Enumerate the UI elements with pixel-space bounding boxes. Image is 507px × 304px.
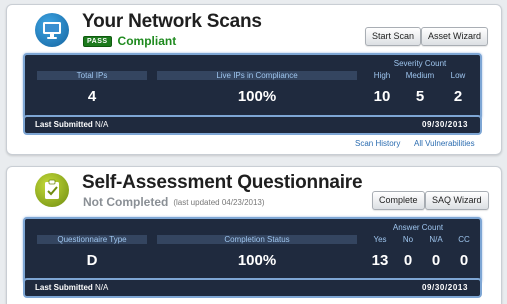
last-submitted-label: Last Submitted [35, 120, 93, 129]
monitor-icon [35, 13, 69, 47]
severity-high-value: 10 [373, 88, 391, 105]
network-status: PASS Compliant [83, 34, 176, 48]
network-last-submitted-bar: Last Submitted N/A 09/30/2013 [23, 115, 482, 135]
saq-last-submitted-value: N/A [95, 283, 109, 292]
completion-status-label: Completion Status [157, 235, 357, 244]
questionnaire-type-value: D [86, 252, 98, 269]
network-submitted-date: 09/30/2013 [421, 120, 468, 129]
answer-count-title: Answer Count [392, 223, 444, 232]
answer-na-value: 0 [431, 252, 441, 269]
answer-yes-label: Yes [373, 235, 387, 244]
saq-completion-status: Not Completed [83, 195, 169, 209]
answer-yes-value: 13 [371, 252, 389, 269]
severity-low-value: 2 [453, 88, 463, 105]
complete-button[interactable]: Complete [372, 191, 425, 210]
live-ips-value: 100% [237, 88, 277, 105]
live-ips-label: Live IPs in Compliance [157, 71, 357, 80]
start-scan-button[interactable]: Start Scan [365, 27, 422, 46]
saq-metrics-panel: Questionnaire Type D Completion Status 1… [23, 217, 482, 284]
completion-status-value: 100% [237, 252, 277, 269]
network-scans-title: Your Network Scans [82, 11, 262, 32]
saq-last-submitted-label: Last Submitted [35, 283, 93, 292]
saq-submitted-date: 09/30/2013 [421, 283, 468, 292]
total-ips-label: Total IPs [37, 71, 147, 80]
answer-no-value: 0 [403, 252, 413, 269]
network-metrics-panel: Total IPs 4 Live IPs in Compliance 100% … [23, 53, 482, 120]
network-scans-card: Your Network Scans PASS Compliant Start … [6, 4, 502, 155]
asset-wizard-button[interactable]: Asset Wizard [421, 27, 489, 46]
saq-card: Self-Assessment Questionnaire Not Comple… [6, 166, 502, 304]
severity-medium-value: 5 [415, 88, 425, 105]
saq-last-submitted-bar: Last Submitted N/A 09/30/2013 [23, 278, 482, 298]
answer-na-label: N/A [429, 235, 443, 244]
severity-high-label: High [373, 71, 391, 80]
severity-medium-label: Medium [405, 71, 435, 80]
compliance-status: Compliant [117, 34, 177, 48]
saq-status: Not Completed (last updated 04/23/2013) [83, 195, 265, 209]
severity-count-title: Severity Count [393, 59, 447, 68]
scan-history-link[interactable]: Scan History [355, 139, 400, 148]
all-vulnerabilities-link[interactable]: All Vulnerabilities [414, 139, 475, 148]
total-ips-value: 4 [87, 88, 97, 105]
saq-last-updated: (last updated 04/23/2013) [173, 197, 265, 207]
clipboard-icon [35, 173, 69, 207]
saq-wizard-button[interactable]: SAQ Wizard [425, 191, 489, 210]
answer-cc-value: 0 [459, 252, 469, 269]
pass-badge: PASS [83, 35, 112, 47]
questionnaire-type-label: Questionnaire Type [37, 235, 147, 244]
severity-low-label: Low [450, 71, 466, 80]
saq-title: Self-Assessment Questionnaire [82, 172, 363, 193]
answer-cc-label: CC [458, 235, 470, 244]
last-submitted-value: N/A [95, 120, 109, 129]
answer-no-label: No [402, 235, 414, 244]
